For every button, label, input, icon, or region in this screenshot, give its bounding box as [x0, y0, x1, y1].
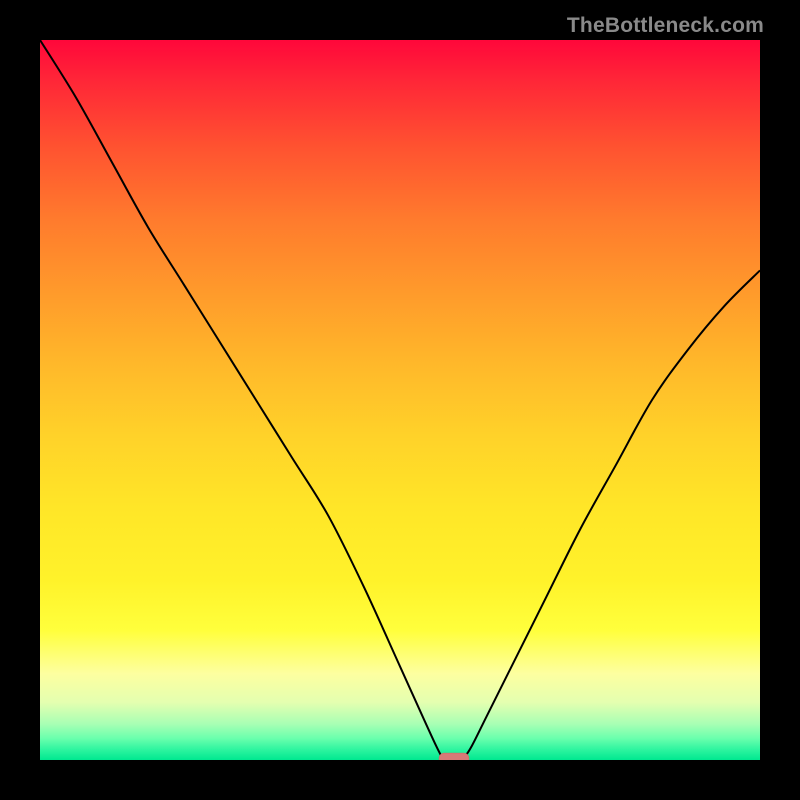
bottleneck-curve — [40, 40, 760, 760]
plot-area — [40, 40, 760, 760]
watermark-text: TheBottleneck.com — [567, 14, 764, 38]
optimum-marker — [439, 753, 469, 760]
curve-layer — [40, 40, 760, 760]
chart-frame: TheBottleneck.com — [0, 0, 800, 800]
